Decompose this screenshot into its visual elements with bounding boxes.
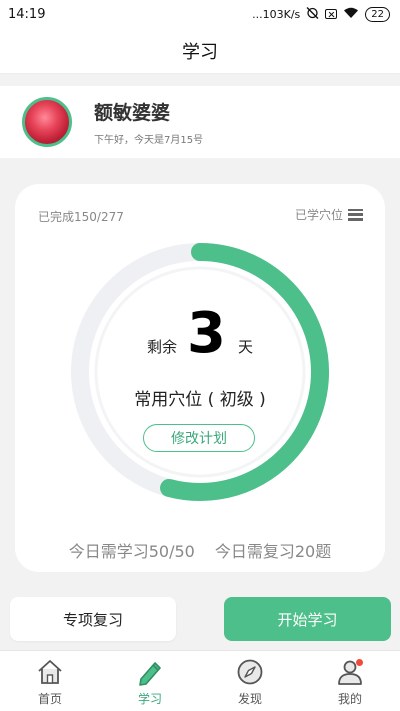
tab-discover[interactable]: 发现 xyxy=(200,651,300,711)
tab-study-label: 学习 xyxy=(137,692,162,706)
progress-card: 已完成150/277 已学穴位 剩余 3 天 常用穴位 ( 初级 ) 修改计划 … xyxy=(15,184,385,572)
profile-text: 额敏婆婆 下午好，今天是7月15号 xyxy=(94,98,203,146)
today-review-stat: 今日需复习20题 xyxy=(214,542,332,561)
tab-study[interactable]: 学习 xyxy=(100,651,200,711)
list-icon[interactable] xyxy=(348,208,363,221)
completed-count: 已完成150/277 xyxy=(38,210,124,224)
wifi-icon xyxy=(343,7,359,22)
remaining-days: 剩余 3 天 xyxy=(15,306,385,362)
plan-name: 常用穴位 ( 初级 ) xyxy=(134,390,266,410)
notification-dot xyxy=(356,659,363,666)
daily-stats: 今日需学习50/50 今日需复习20题 xyxy=(15,538,385,562)
progress-ring-arc xyxy=(160,243,329,501)
today-study-stat: 今日需学习50/50 xyxy=(68,542,195,561)
greeting-text: 下午好，今天是7月15号 xyxy=(94,135,204,146)
tab-home-label: 首页 xyxy=(37,692,62,706)
page-header: 学习 xyxy=(0,28,400,74)
learned-points-label: 已学穴位 xyxy=(294,208,343,222)
status-time: 14:19 xyxy=(8,6,46,22)
learned-points-link[interactable]: 已学穴位 xyxy=(295,206,363,223)
status-bar: 14:19 ...103K/s 22 xyxy=(0,0,400,28)
tab-mine[interactable]: 我的 xyxy=(300,651,400,711)
start-study-button[interactable]: 开始学习 xyxy=(224,597,391,641)
special-review-button[interactable]: 专项复习 xyxy=(10,597,176,641)
compass-icon xyxy=(237,659,263,685)
sim-off-icon xyxy=(325,9,338,19)
remaining-days-number: 3 xyxy=(187,301,226,366)
battery-indicator: 22 xyxy=(365,6,390,22)
bottom-tab-bar: 首页 学习 发现 我的 xyxy=(0,650,400,711)
alarm-off-icon xyxy=(306,6,319,22)
modify-plan-button[interactable]: 修改计划 xyxy=(143,424,255,452)
pen-icon xyxy=(139,662,161,686)
tab-mine-label: 我的 xyxy=(337,692,362,706)
tab-discover-label: 发现 xyxy=(237,692,262,706)
user-name: 额敏婆婆 xyxy=(94,102,171,124)
remaining-prefix: 剩余 xyxy=(147,338,178,356)
progress-ring xyxy=(71,243,329,501)
home-icon xyxy=(38,660,62,684)
network-speed: ...103K/s xyxy=(252,7,301,21)
tab-home[interactable]: 首页 xyxy=(0,651,100,711)
profile-section[interactable]: 额敏婆婆 下午好，今天是7月15号 xyxy=(0,86,400,158)
avatar[interactable] xyxy=(22,97,72,147)
remaining-suffix: 天 xyxy=(237,338,253,356)
status-indicators: ...103K/s 22 xyxy=(252,6,390,22)
page-title: 学习 xyxy=(182,41,218,63)
